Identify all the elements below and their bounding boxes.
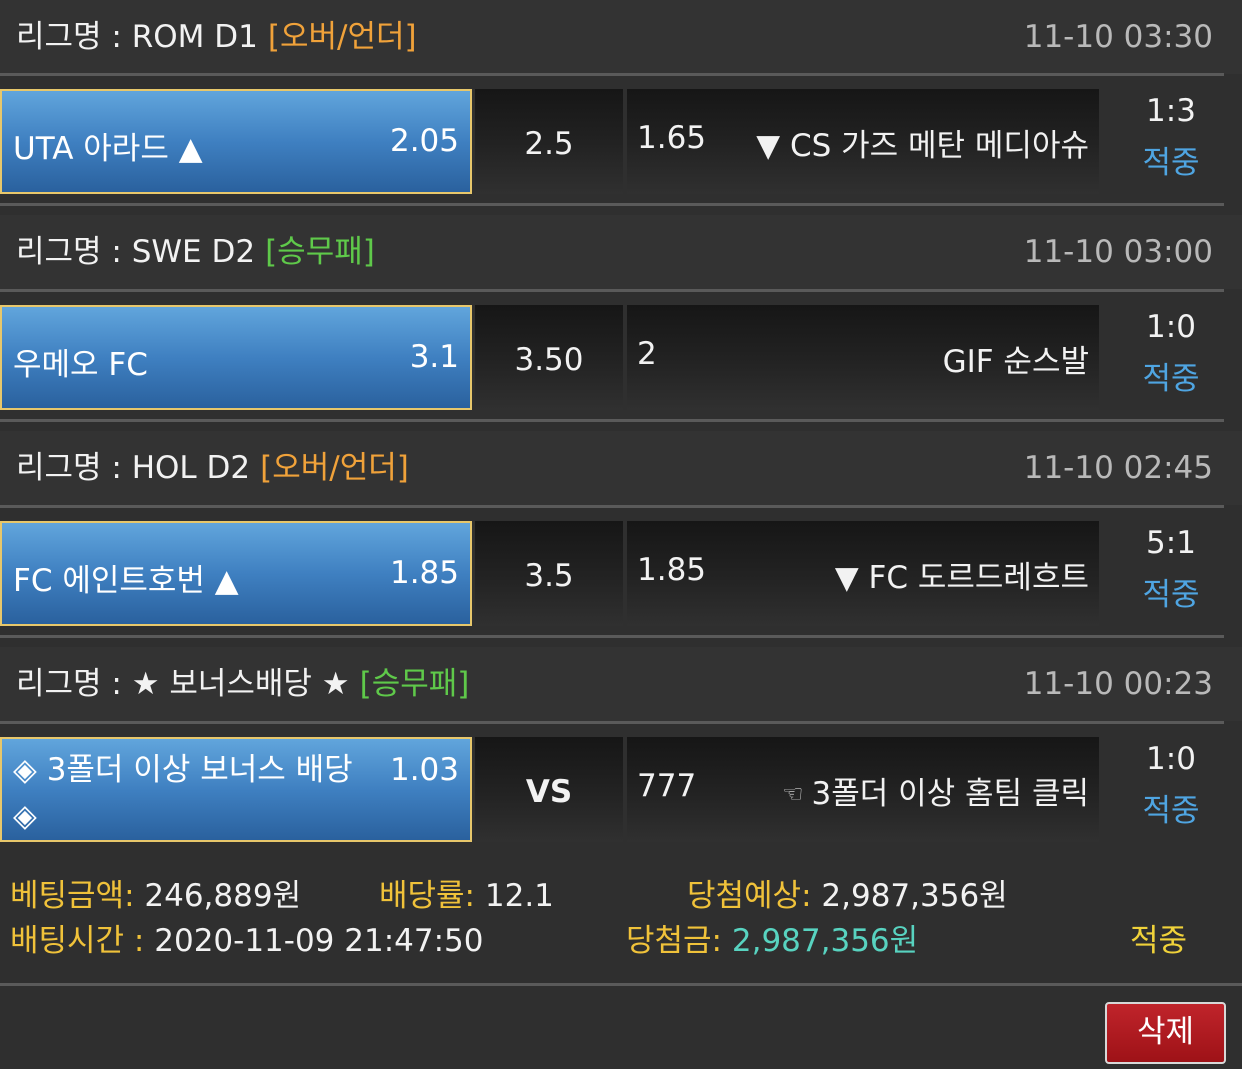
bet-type: [오버/언더] (267, 19, 417, 55)
home-bet-button[interactable]: ◈ 3폴더 이상 보너스 배당 ◈ 1.03 (0, 737, 472, 842)
match-time: 11-10 00:23 (1023, 666, 1213, 702)
home-team: 우메오 FC (13, 347, 148, 383)
home-team: UTA 아라드 ▲ (13, 131, 203, 167)
divider (0, 289, 1224, 292)
win-amount-value: 2,987,356원 (731, 923, 919, 959)
match-score: 5:1 (1146, 525, 1196, 561)
divider (0, 203, 1224, 206)
divider (0, 721, 1224, 724)
away-odds: 1.85 (637, 552, 707, 588)
match-result: 5:1 적중 (1100, 521, 1242, 626)
home-bet-button[interactable]: UTA 아라드 ▲ 2.05 (0, 89, 472, 194)
expected-value: 2,987,356원 (821, 878, 1008, 914)
delete-button[interactable]: 삭제 (1105, 1002, 1226, 1064)
bet-summary: 베팅금액: 246,889원 배당률: 12.1 당첨예상: 2,987,356… (0, 860, 1242, 980)
league-header: 리그명 : SWE D2 [승무패] 11-10 03:00 (0, 215, 1242, 289)
home-odds: 1.03 (389, 752, 459, 788)
home-team: ◈ 3폴더 이상 보너스 배당 ◈ (13, 752, 353, 834)
match-result: 1:0 적중 (1100, 737, 1242, 842)
match-time: 11-10 03:30 (1023, 19, 1213, 55)
match-score: 1:0 (1146, 309, 1196, 345)
bet-type: [오버/언더] (260, 450, 409, 486)
away-bet-button[interactable]: 1.85 ▼ FC 도르드레흐트 (627, 521, 1099, 626)
divider (0, 73, 1224, 76)
home-odds: 1.85 (389, 555, 459, 591)
result-status: 적중 (1142, 577, 1200, 613)
away-odds: 2 (637, 336, 657, 372)
away-bet-button[interactable]: 1.65 ▼ CS 가즈 메탄 메디아슈 (627, 89, 1099, 194)
league-name: 리그명 : SWE D2 (16, 234, 256, 270)
match-score: 1:3 (1146, 93, 1196, 129)
league-name: 리그명 : ★ 보너스배당 ★ (16, 666, 350, 702)
result-status: 적중 (1142, 145, 1200, 181)
result-status: 적중 (1142, 361, 1200, 397)
vs-label: VS (475, 737, 623, 842)
match-result: 1:3 적중 (1100, 89, 1242, 194)
draw-odds-button[interactable]: 3.50 (475, 305, 623, 410)
bet-time-label: 배팅시간 : (10, 923, 145, 959)
expected-win: 당첨예상: 2,987,356원 (687, 870, 1008, 915)
away-team: ▼ CS 가즈 메탄 메디아슈 (756, 128, 1089, 164)
away-odds: 1.65 (637, 120, 707, 156)
league-name: 리그명 : HOL D2 (16, 450, 251, 486)
bet-amount-label: 베팅금액: (10, 878, 135, 914)
league-header: 리그명 : HOL D2 [오버/언더] 11-10 02:45 (0, 431, 1242, 505)
overall-result: 적중 (1130, 923, 1188, 959)
away-bet-button[interactable]: 777 ☜ 3폴더 이상 홈팀 클릭 (627, 737, 1099, 842)
match-time: 11-10 02:45 (1023, 450, 1213, 486)
away-bet-button[interactable]: 2 GIF 순스발 (627, 305, 1099, 410)
home-bet-button[interactable]: FC 에인트호번 ▲ 1.85 (0, 521, 472, 626)
match-row: ◈ 3폴더 이상 보너스 배당 ◈ 1.03 VS 777 ☜ 3폴더 이상 홈팀… (0, 737, 1242, 842)
bet-time-value: 2020-11-09 21:47:50 (154, 923, 484, 959)
away-team: ▼ FC 도르드레흐트 (834, 560, 1089, 596)
league-header: 리그명 : ROM D1 [오버/언더] 11-10 03:30 (0, 0, 1242, 74)
bet-type: [승무패] (265, 234, 375, 270)
total-odds: 배당률: 12.1 (379, 870, 554, 915)
league-name: 리그명 : ROM D1 (16, 19, 258, 55)
draw-line-button[interactable]: 3.5 (475, 521, 623, 626)
match-row: 우메오 FC 3.1 3.50 2 GIF 순스발 1:0 적중 (0, 305, 1242, 410)
odds-value: 12.1 (484, 878, 554, 914)
divider (0, 983, 1242, 986)
expected-label: 당첨예상: (687, 878, 812, 914)
win-amount: 당첨금: 2,987,356원 (626, 915, 918, 960)
league-header: 리그명 : ★ 보너스배당 ★ [승무패] 11-10 00:23 (0, 647, 1242, 721)
match-row: FC 에인트호번 ▲ 1.85 3.5 1.85 ▼ FC 도르드레흐트 5:1… (0, 521, 1242, 626)
draw-line-button[interactable]: 2.5 (475, 89, 623, 194)
match-time: 11-10 03:00 (1023, 234, 1213, 270)
bet-amount: 베팅금액: 246,889원 (10, 870, 301, 915)
pointing-hand-icon: ☜ (782, 780, 804, 808)
win-amount-label: 당첨금: (626, 923, 723, 959)
odds-label: 배당률: (379, 878, 476, 914)
home-team: FC 에인트호번 ▲ (13, 563, 239, 599)
bet-amount-value: 246,889원 (144, 878, 302, 914)
result-status: 적중 (1142, 793, 1200, 829)
bet-type: [승무패] (359, 666, 470, 702)
away-team: GIF 순스발 (942, 344, 1089, 380)
match-score: 1:0 (1146, 741, 1196, 777)
away-team: 3폴더 이상 홈팀 클릭 (811, 776, 1089, 812)
away-odds: 777 (637, 768, 697, 804)
bet-time: 배팅시간 : 2020-11-09 21:47:50 (10, 915, 484, 960)
match-row: UTA 아라드 ▲ 2.05 2.5 1.65 ▼ CS 가즈 메탄 메디아슈 … (0, 89, 1242, 194)
divider (0, 419, 1224, 422)
home-bet-button[interactable]: 우메오 FC 3.1 (0, 305, 472, 410)
home-odds: 2.05 (389, 123, 459, 159)
match-result: 1:0 적중 (1100, 305, 1242, 410)
home-odds: 3.1 (409, 339, 459, 375)
divider (0, 505, 1224, 508)
divider (0, 635, 1224, 638)
